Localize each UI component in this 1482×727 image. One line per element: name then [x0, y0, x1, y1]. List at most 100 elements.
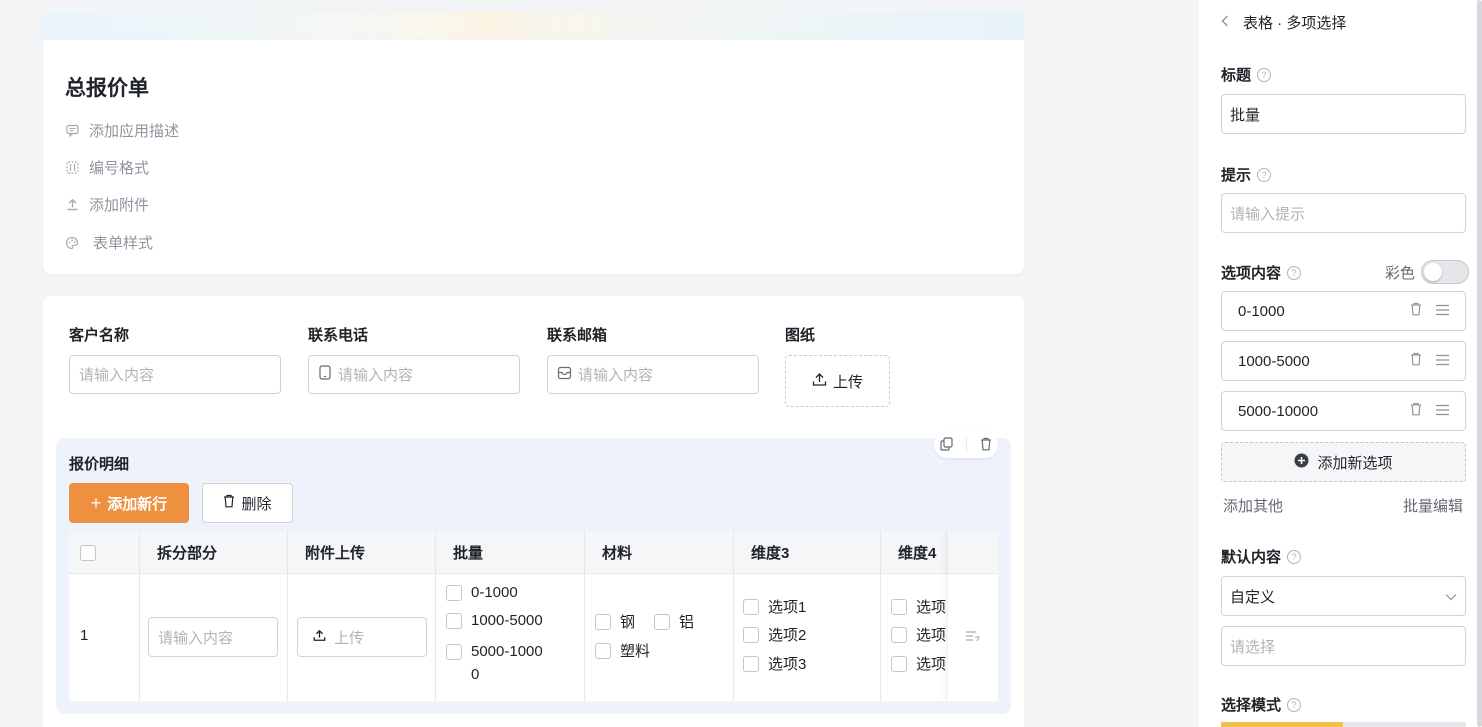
- dimension4-option-checkbox[interactable]: [891, 598, 907, 615]
- column-header-batch[interactable]: 批量: [436, 531, 584, 574]
- dimension4-option-label: 选项: [916, 627, 947, 644]
- panel-scrollbar[interactable]: [1477, 0, 1482, 727]
- add-description-link[interactable]: 添加应用描述: [65, 120, 179, 141]
- email-field[interactable]: 联系邮箱 请输入内容: [547, 324, 759, 394]
- dimension3-option-checkbox[interactable]: [743, 626, 759, 643]
- delete-row-button[interactable]: 删除: [202, 483, 293, 523]
- batch-option-checkbox[interactable]: [446, 612, 462, 629]
- drag-handle-icon[interactable]: [1436, 403, 1449, 420]
- delete-row-label: 删除: [241, 495, 272, 513]
- number-format-link[interactable]: 编号格式: [65, 157, 149, 178]
- row-actions-header: [948, 531, 998, 574]
- drag-handle-icon[interactable]: [1436, 353, 1449, 370]
- split-part-input[interactable]: 请输入内容: [148, 617, 278, 657]
- trash-icon[interactable]: [1410, 352, 1422, 370]
- email-label: 联系邮箱: [547, 327, 608, 344]
- phone-field[interactable]: 联系电话 请输入内容: [308, 324, 520, 394]
- add-other-link[interactable]: 添加其他: [1223, 495, 1283, 516]
- row-detail-icon[interactable]: [965, 630, 981, 647]
- dimension4-option-checkbox[interactable]: [891, 655, 907, 672]
- drag-handle-icon[interactable]: [1436, 303, 1449, 320]
- material-option-checkbox[interactable]: [595, 613, 611, 630]
- dimension4-option-checkbox[interactable]: [891, 626, 907, 643]
- mail-icon: [557, 366, 572, 384]
- color-toggle[interactable]: [1421, 260, 1470, 284]
- batch-option-checkbox[interactable]: [446, 643, 462, 660]
- batch-option-checkbox[interactable]: [446, 584, 462, 601]
- attachment-upload-button[interactable]: 上传: [297, 617, 427, 657]
- material-option[interactable]: 铝: [654, 611, 694, 632]
- trash-icon[interactable]: [1410, 302, 1422, 320]
- copy-icon[interactable]: [940, 436, 953, 454]
- chevron-down-icon: [1445, 588, 1457, 605]
- help-icon[interactable]: ?: [1287, 549, 1302, 564]
- help-icon[interactable]: ?: [1257, 67, 1272, 82]
- add-row-button[interactable]: + 添加新行: [69, 483, 189, 523]
- trash-icon[interactable]: [1410, 402, 1422, 420]
- dimension3-option[interactable]: 选项2: [743, 624, 806, 645]
- add-attachment-link[interactable]: 添加附件: [65, 194, 149, 215]
- batch-option-label: 0-1000: [471, 584, 518, 601]
- dimension3-option[interactable]: 选项1: [743, 596, 806, 617]
- trash-icon[interactable]: [980, 437, 992, 454]
- dimension3-option-checkbox[interactable]: [743, 655, 759, 672]
- title-input[interactable]: 批量: [1221, 94, 1466, 134]
- material-option-checkbox[interactable]: [654, 613, 670, 630]
- option-item[interactable]: 1000-5000: [1221, 341, 1466, 381]
- dimension4-option[interactable]: 选项: [891, 596, 946, 617]
- drawing-upload-button[interactable]: 上传: [785, 355, 890, 407]
- plus-circle-icon: [1294, 453, 1309, 472]
- hint-setting-label: 提示 ?: [1221, 164, 1272, 185]
- trash-icon: [223, 494, 235, 512]
- option-item[interactable]: 0-1000: [1221, 291, 1466, 331]
- batch-option[interactable]: 0-1000: [446, 584, 518, 601]
- column-header-attachment[interactable]: 附件上传: [288, 531, 435, 574]
- column-header-split[interactable]: 拆分部分: [140, 531, 287, 574]
- batch-option[interactable]: 1000-5000: [446, 612, 543, 629]
- add-option-button[interactable]: 添加新选项: [1221, 442, 1466, 482]
- upload-icon: [812, 372, 827, 391]
- form-style-link[interactable]: 表单样式: [65, 232, 153, 253]
- default-value-select[interactable]: 请选择: [1221, 626, 1466, 666]
- material-option-checkbox[interactable]: [595, 642, 611, 659]
- select-all-checkbox[interactable]: [80, 544, 96, 561]
- toolbar-divider: [965, 438, 967, 452]
- customer-name-input[interactable]: 请输入内容: [69, 355, 281, 394]
- batch-edit-link[interactable]: 批量编辑: [1403, 495, 1463, 516]
- selection-mode-segment[interactable]: [1221, 722, 1466, 727]
- default-value-placeholder: 请选择: [1230, 638, 1276, 656]
- help-icon[interactable]: ?: [1287, 265, 1302, 280]
- add-description-label: 添加应用描述: [89, 123, 180, 140]
- customer-name-field[interactable]: 客户名称 请输入内容: [69, 324, 281, 394]
- dimension3-option-label: 选项3: [768, 656, 807, 673]
- dimension3-option[interactable]: 选项3: [743, 653, 806, 674]
- help-icon[interactable]: ?: [1257, 167, 1272, 182]
- material-option[interactable]: 钢: [595, 611, 635, 632]
- default-setting-text: 默认内容: [1221, 549, 1282, 566]
- quote-detail-subtable: 报价明细 + 添加新行 删除 1 拆分部分 请输入内容 附件上传 上传 批量 0…: [56, 432, 1011, 714]
- dimension3-option-checkbox[interactable]: [743, 598, 759, 615]
- dimension4-option[interactable]: 选项: [891, 624, 946, 645]
- column-header-dimension3[interactable]: 维度3: [734, 531, 880, 574]
- dimension4-option[interactable]: 选项: [891, 653, 946, 674]
- help-icon[interactable]: ?: [1287, 697, 1302, 712]
- form-title[interactable]: 总报价单: [65, 72, 149, 102]
- comment-icon: [65, 124, 79, 138]
- palette-icon: [65, 236, 79, 250]
- option-item[interactable]: 5000-10000: [1221, 391, 1466, 431]
- default-type-select[interactable]: 自定义: [1221, 576, 1466, 616]
- column-header-material[interactable]: 材料: [585, 531, 733, 574]
- batch-option[interactable]: 5000-1000: [446, 643, 543, 660]
- hint-input[interactable]: 请输入提示: [1221, 193, 1466, 233]
- material-option[interactable]: 塑料: [595, 640, 650, 661]
- back-chevron-icon[interactable]: [1221, 14, 1229, 31]
- phone-input[interactable]: 请输入内容: [308, 355, 520, 394]
- email-input[interactable]: 请输入内容: [547, 355, 759, 394]
- upload-icon: [65, 198, 79, 212]
- material-option-label: 钢: [620, 614, 636, 631]
- subtable-grid: 1 拆分部分 请输入内容 附件上传 上传 批量 0-1000 1000-5000…: [69, 531, 998, 701]
- option-item-label: 0-1000: [1238, 302, 1285, 320]
- material-option-label: 塑料: [620, 643, 651, 660]
- drawing-field[interactable]: 图纸 上传: [785, 324, 890, 407]
- drawing-upload-label: 上传: [832, 373, 863, 391]
